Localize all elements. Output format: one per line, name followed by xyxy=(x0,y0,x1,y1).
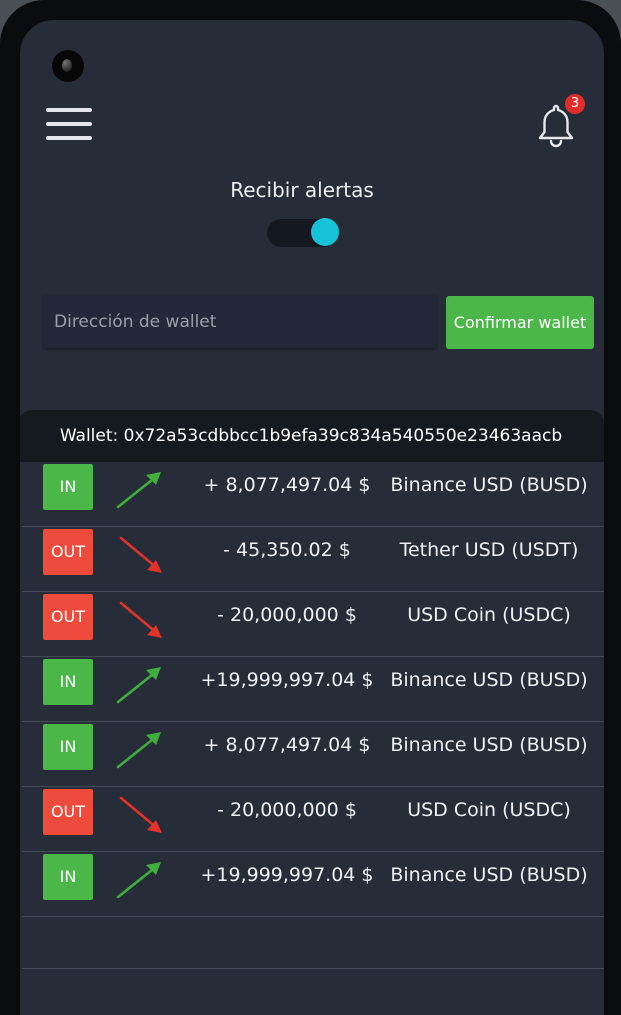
direction-badge: IN xyxy=(43,724,93,770)
camera-icon xyxy=(52,50,84,82)
direction-badge: OUT xyxy=(43,789,93,835)
transaction-row[interactable]: IN + 8,077,497.04 $ Binance USD (BUSD) xyxy=(22,722,604,787)
notification-count-badge: 3 xyxy=(565,94,585,114)
toggle-knob xyxy=(311,218,339,246)
transaction-row[interactable]: OUT - 20,000,000 $ USD Coin (USDC) xyxy=(22,592,604,657)
arrow-up-icon xyxy=(116,862,161,899)
direction-badge: OUT xyxy=(43,594,93,640)
arrow-down-icon xyxy=(119,536,162,573)
transaction-token: Binance USD (BUSD) xyxy=(390,734,588,756)
phone-frame: 3 Recibir alertas Confirmar wallet Walle… xyxy=(0,0,621,1015)
wallet-address-header: Wallet: 0x72a53cdbbcc1b9efa39c834a540550… xyxy=(20,410,604,462)
transaction-token: USD Coin (USDC) xyxy=(407,604,571,626)
direction-badge: IN xyxy=(43,659,93,705)
transaction-token: Binance USD (BUSD) xyxy=(390,864,588,886)
direction-badge: OUT xyxy=(43,529,93,575)
arrow-up-icon xyxy=(116,472,161,509)
transaction-row[interactable]: IN + 8,077,497.04 $ Binance USD (BUSD) xyxy=(22,462,604,527)
transaction-amount: - 20,000,000 $ xyxy=(217,604,357,626)
app-screen: 3 Recibir alertas Confirmar wallet Walle… xyxy=(20,20,604,1015)
transaction-row[interactable]: OUT - 45,350.02 $ Tether USD (USDT) xyxy=(22,527,604,592)
list-divider xyxy=(22,968,604,969)
confirm-wallet-button[interactable]: Confirmar wallet xyxy=(446,296,594,349)
transaction-amount: +19,999,997.04 $ xyxy=(200,669,374,691)
transaction-amount: - 45,350.02 $ xyxy=(223,539,351,561)
transaction-token: Tether USD (USDT) xyxy=(399,539,579,561)
arrow-up-icon xyxy=(116,667,161,704)
alerts-toggle[interactable] xyxy=(267,218,341,248)
alerts-label: Recibir alertas xyxy=(230,178,374,202)
transaction-token: Binance USD (BUSD) xyxy=(390,669,588,691)
direction-badge: IN xyxy=(43,854,93,900)
arrow-down-icon xyxy=(119,601,162,638)
direction-badge: IN xyxy=(43,464,93,510)
transaction-token: Binance USD (BUSD) xyxy=(390,474,588,496)
transaction-row[interactable]: IN +19,999,997.04 $ Binance USD (BUSD) xyxy=(22,852,604,917)
transaction-token: USD Coin (USDC) xyxy=(407,799,571,821)
arrow-up-icon xyxy=(116,732,161,769)
arrow-down-icon xyxy=(119,796,162,833)
transaction-amount: - 20,000,000 $ xyxy=(217,799,357,821)
hamburger-menu-icon[interactable] xyxy=(46,108,92,142)
transaction-amount: +19,999,997.04 $ xyxy=(200,864,374,886)
wallet-address-input[interactable] xyxy=(44,296,436,348)
transaction-row[interactable]: IN +19,999,997.04 $ Binance USD (BUSD) xyxy=(22,657,604,722)
transaction-list: IN + 8,077,497.04 $ Binance USD (BUSD) O… xyxy=(22,462,604,917)
transaction-amount: + 8,077,497.04 $ xyxy=(203,734,371,756)
notifications-button[interactable]: 3 xyxy=(535,94,585,168)
transaction-amount: + 8,077,497.04 $ xyxy=(203,474,371,496)
transaction-row[interactable]: OUT - 20,000,000 $ USD Coin (USDC) xyxy=(22,787,604,852)
